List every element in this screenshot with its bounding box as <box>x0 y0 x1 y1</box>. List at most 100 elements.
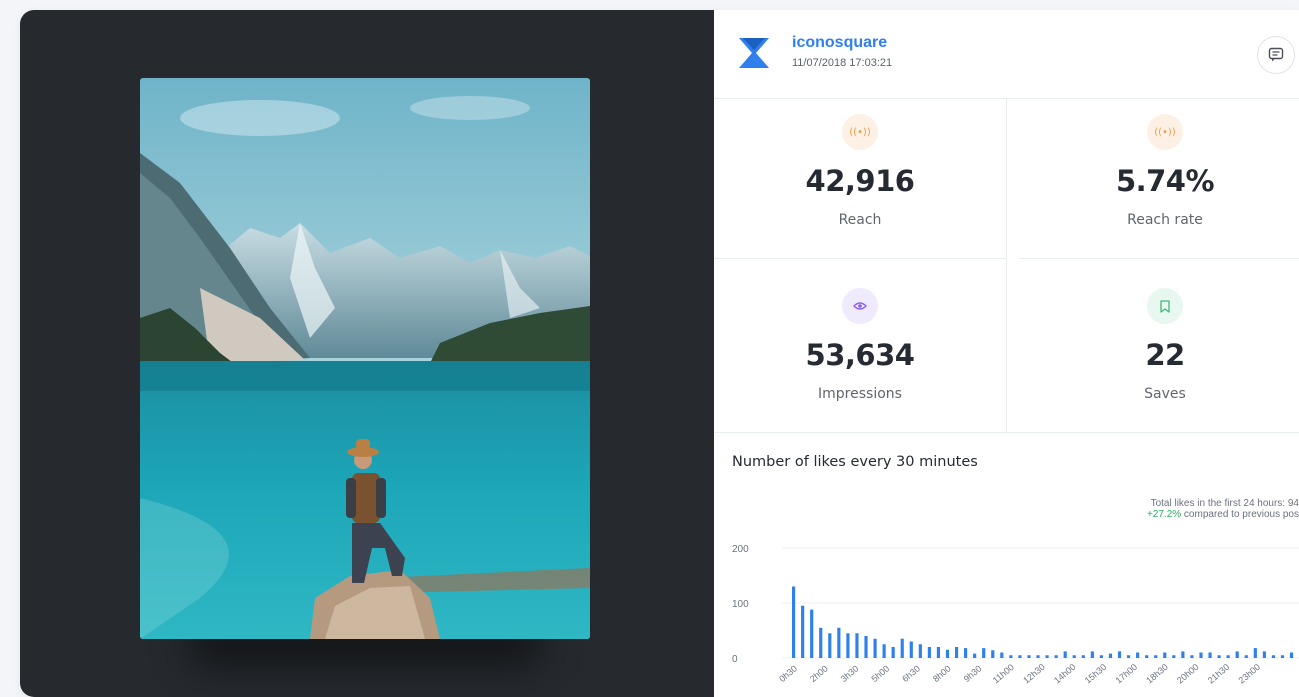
metric-reach: ((•)) 42,916 Reach <box>714 98 1007 259</box>
metric-label: Saves <box>1144 386 1186 402</box>
chart-bar <box>1126 655 1131 658</box>
chart-bar <box>1000 652 1004 658</box>
chart-bar <box>973 653 977 658</box>
x-tick-label: 0h30 <box>777 663 799 684</box>
y-tick-label: 0 <box>732 654 738 665</box>
chart-bar <box>891 647 895 658</box>
x-tick-label: 9h30 <box>962 663 984 684</box>
chart-bar <box>819 627 823 658</box>
chart-bar <box>918 644 922 658</box>
chart-bar <box>1208 652 1212 658</box>
metric-saves: 22 Saves <box>1019 258 1299 432</box>
chart-bar <box>792 586 796 658</box>
x-tick-label: 15h30 <box>1083 662 1109 686</box>
x-tick-label: 14h00 <box>1052 662 1078 686</box>
metric-impressions: 53,634 Impressions <box>714 258 1007 432</box>
post-image <box>140 78 590 639</box>
comment-icon <box>1268 47 1284 62</box>
x-tick-label: 8h00 <box>931 663 953 684</box>
chart-bar <box>864 636 868 658</box>
divider <box>714 432 1299 433</box>
y-tick-label: 200 <box>732 544 749 555</box>
chart-bar <box>1145 655 1149 658</box>
x-tick-label: 6h30 <box>900 663 922 684</box>
x-tick-label: 11h00 <box>991 662 1016 685</box>
chart-bar <box>945 649 950 658</box>
metric-value: 53,634 <box>805 338 915 372</box>
chart-bar <box>991 650 995 658</box>
x-tick-label: 3h30 <box>839 663 861 684</box>
chart-bar <box>1018 655 1022 658</box>
chart-bar <box>954 647 959 658</box>
metrics-grid: ((•)) 42,916 Reach ((•)) 5.74% Reach rat… <box>714 98 1299 432</box>
comparison-text: +27.2% compared to previous pos <box>899 509 1299 520</box>
x-tick-label: 12h30 <box>1021 662 1047 686</box>
chart-bar <box>1054 655 1058 658</box>
chart-bar <box>873 638 877 658</box>
chart-bar <box>1217 655 1221 658</box>
insights-panel: iconosquare 11/07/2018 17:03:21 ((•)) 42… <box>714 10 1299 697</box>
x-tick-label: 21h30 <box>1206 662 1232 686</box>
chart-bar <box>1099 655 1103 658</box>
x-tick-label: 23h00 <box>1237 662 1263 686</box>
chart-bar <box>1163 652 1167 658</box>
x-tick-label: 20h00 <box>1175 662 1201 686</box>
chart-bar <box>1036 655 1040 658</box>
chart-bar <box>900 638 904 658</box>
likes-bar-chart: 0 100 200 0h30 2h00 3h30 5h00 6h30 8h00 9h30 11h00… <box>732 544 1299 686</box>
chart-bar <box>1262 651 1266 658</box>
chart-bar <box>1280 655 1285 658</box>
iconosquare-logo-icon <box>739 38 769 68</box>
chart-bar <box>855 633 859 658</box>
chart-bar <box>1045 655 1049 658</box>
chart-bar <box>1136 652 1140 658</box>
post-date: 11/07/2018 17:03:21 <box>792 57 893 69</box>
chart-bar <box>1117 651 1122 658</box>
chart-bar <box>1090 651 1094 658</box>
chart-bar <box>1190 655 1194 658</box>
change-percent: +27.2% <box>1146 509 1182 520</box>
chart-bar <box>882 644 886 658</box>
post-card: iconosquare 11/07/2018 17:03:21 ((•)) 42… <box>20 10 1299 697</box>
likes-chart-title: Number of likes every 30 minutes <box>732 454 978 470</box>
metric-label: Impressions <box>818 386 902 402</box>
account-name[interactable]: iconosquare <box>792 34 887 52</box>
chart-bar <box>1081 655 1085 658</box>
x-tick-label: 5h00 <box>869 663 891 684</box>
metric-value: 5.74% <box>1115 164 1215 198</box>
chart-bar <box>1172 655 1176 658</box>
chart-bar <box>801 605 805 658</box>
chart-bar <box>1244 655 1248 658</box>
broadcast-icon: ((•)) <box>842 114 878 150</box>
chart-bar <box>1235 651 1239 658</box>
metric-label: Reach <box>838 212 882 228</box>
chart-bar <box>1226 655 1230 658</box>
chart-bar <box>1063 651 1067 658</box>
chart-bar <box>1181 651 1185 658</box>
chart-bar <box>1253 648 1257 658</box>
x-tick-label: 17h00 <box>1114 662 1140 686</box>
x-tick-label: 2h00 <box>808 663 830 684</box>
media-panel <box>20 10 714 697</box>
post-photo[interactable] <box>140 78 590 639</box>
chart-bar <box>828 633 832 658</box>
broadcast-icon: ((•)) <box>1147 114 1183 150</box>
likes-chart-summary: Total likes in the first 24 hours: 94 +2… <box>899 498 1299 520</box>
bookmark-icon <box>1147 288 1183 324</box>
chart-bar <box>1072 655 1076 658</box>
chart-bar <box>1027 655 1031 658</box>
chart-bar <box>1009 655 1013 658</box>
chart-bar <box>964 648 968 658</box>
eye-icon <box>842 288 878 324</box>
chart-bar <box>810 609 814 658</box>
metric-value: 22 <box>1145 338 1185 372</box>
chart-bar <box>982 648 986 658</box>
chart-bar <box>1289 652 1294 658</box>
comments-button[interactable] <box>1257 36 1295 74</box>
chart-bar <box>936 647 941 658</box>
chart-bar <box>927 647 931 658</box>
change-label: compared to previous pos <box>1181 509 1299 520</box>
chart-bar <box>837 627 841 658</box>
total-likes-text: Total likes in the first 24 hours: 94 <box>1150 498 1299 509</box>
chart-bar <box>1199 652 1203 658</box>
